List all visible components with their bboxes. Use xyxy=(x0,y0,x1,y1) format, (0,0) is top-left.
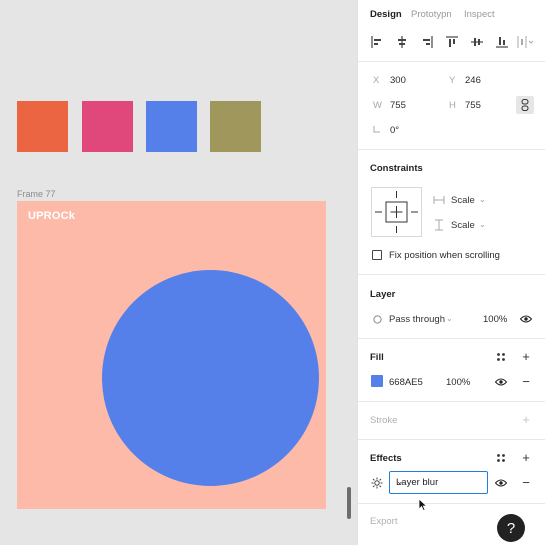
horizontal-constraint-dropdown[interactable]: Scale xyxy=(451,195,475,206)
blend-mode-dropdown[interactable]: Pass through xyxy=(389,314,445,325)
chevron-down-icon[interactable]: ⌄ xyxy=(479,195,486,204)
divider xyxy=(358,439,545,440)
add-effect-plus-icon[interactable]: + xyxy=(519,450,533,465)
chevron-down-icon[interactable]: ⌄ xyxy=(446,314,453,323)
eye-icon[interactable] xyxy=(494,476,508,490)
style-grid-icon[interactable] xyxy=(494,350,508,364)
eye-icon[interactable] xyxy=(519,312,533,326)
vertical-constraint-icon xyxy=(432,218,446,232)
distribute-icon[interactable] xyxy=(517,34,533,50)
frame[interactable]: UPROCk xyxy=(17,201,326,509)
align-top-icon[interactable] xyxy=(444,34,460,50)
add-fill-plus-icon[interactable]: + xyxy=(519,349,533,364)
align-bottom-icon[interactable] xyxy=(494,34,510,50)
w-label: W xyxy=(373,100,382,111)
fill-opacity-input[interactable]: 100% xyxy=(446,377,470,388)
align-left-icon[interactable] xyxy=(369,34,385,50)
constraint-widget[interactable] xyxy=(371,187,422,237)
divider xyxy=(358,503,545,504)
divider xyxy=(358,274,545,275)
rotation-input[interactable]: 0° xyxy=(390,125,399,136)
color-swatch-orange[interactable] xyxy=(17,101,68,152)
eye-icon[interactable] xyxy=(494,375,508,389)
chevron-down-icon: ⌄ xyxy=(396,476,404,486)
frame-label[interactable]: Frame 77 xyxy=(17,189,56,199)
export-title: Export xyxy=(370,516,398,527)
canvas[interactable]: Frame 77 UPROCk xyxy=(0,0,357,545)
x-label: X xyxy=(373,75,380,86)
remove-effect-minus-icon[interactable]: − xyxy=(519,475,533,490)
style-grid-icon[interactable] xyxy=(494,451,508,465)
vertical-constraint-dropdown[interactable]: Scale xyxy=(451,220,475,231)
effects-title: Effects xyxy=(370,453,402,464)
color-swatch-olive[interactable] xyxy=(210,101,261,152)
rotation-icon xyxy=(373,125,381,136)
constrain-proportions-icon[interactable] xyxy=(516,96,534,114)
fix-position-label[interactable]: Fix position when scrolling xyxy=(389,250,500,261)
blue-circle-layer[interactable] xyxy=(102,270,319,486)
x-input[interactable]: 300 xyxy=(390,75,406,86)
align-vertical-center-icon[interactable] xyxy=(469,34,485,50)
divider xyxy=(358,61,545,62)
remove-fill-minus-icon[interactable]: − xyxy=(519,374,533,389)
add-stroke-plus-icon[interactable]: + xyxy=(519,412,533,427)
h-label: H xyxy=(449,100,456,111)
canvas-scrollbar[interactable] xyxy=(347,487,351,519)
chevron-down-icon[interactable]: ⌄ xyxy=(479,220,486,229)
w-input[interactable]: 755 xyxy=(390,100,406,111)
divider xyxy=(358,149,545,150)
fill-color-chip[interactable] xyxy=(371,375,383,387)
align-horizontal-center-icon[interactable] xyxy=(394,34,410,50)
help-button[interactable]: ? xyxy=(497,514,525,542)
align-right-icon[interactable] xyxy=(419,34,435,50)
mouse-cursor-icon xyxy=(418,498,428,517)
horizontal-constraint-icon xyxy=(432,193,446,207)
tab-inspect[interactable]: Inspect xyxy=(464,9,495,20)
divider xyxy=(358,401,545,402)
constraints-title: Constraints xyxy=(370,163,423,174)
color-swatch-pink[interactable] xyxy=(82,101,133,152)
color-swatch-blue[interactable] xyxy=(146,101,197,152)
blend-mode-icon xyxy=(370,312,384,326)
tab-design[interactable]: Design xyxy=(370,9,402,20)
effect-type-select[interactable]: Layer blur ⌄ xyxy=(389,471,488,494)
divider xyxy=(358,338,545,339)
h-input[interactable]: 755 xyxy=(465,100,481,111)
effect-settings-icon[interactable] xyxy=(370,476,384,490)
y-label: Y xyxy=(449,75,456,86)
y-input[interactable]: 246 xyxy=(465,75,481,86)
tab-prototype[interactable]: Prototypn xyxy=(411,9,452,20)
fill-title: Fill xyxy=(370,352,384,363)
stroke-title: Stroke xyxy=(370,415,398,426)
properties-panel: Design Prototypn Inspect X 300 Y 246 W 7… xyxy=(357,0,545,545)
frame-title-text[interactable]: UPROCk xyxy=(28,210,75,222)
layer-title: Layer xyxy=(370,289,396,300)
fill-hex-input[interactable]: 668AE5 xyxy=(389,377,423,388)
fix-position-checkbox[interactable] xyxy=(372,250,382,260)
layer-opacity-input[interactable]: 100% xyxy=(483,314,507,325)
